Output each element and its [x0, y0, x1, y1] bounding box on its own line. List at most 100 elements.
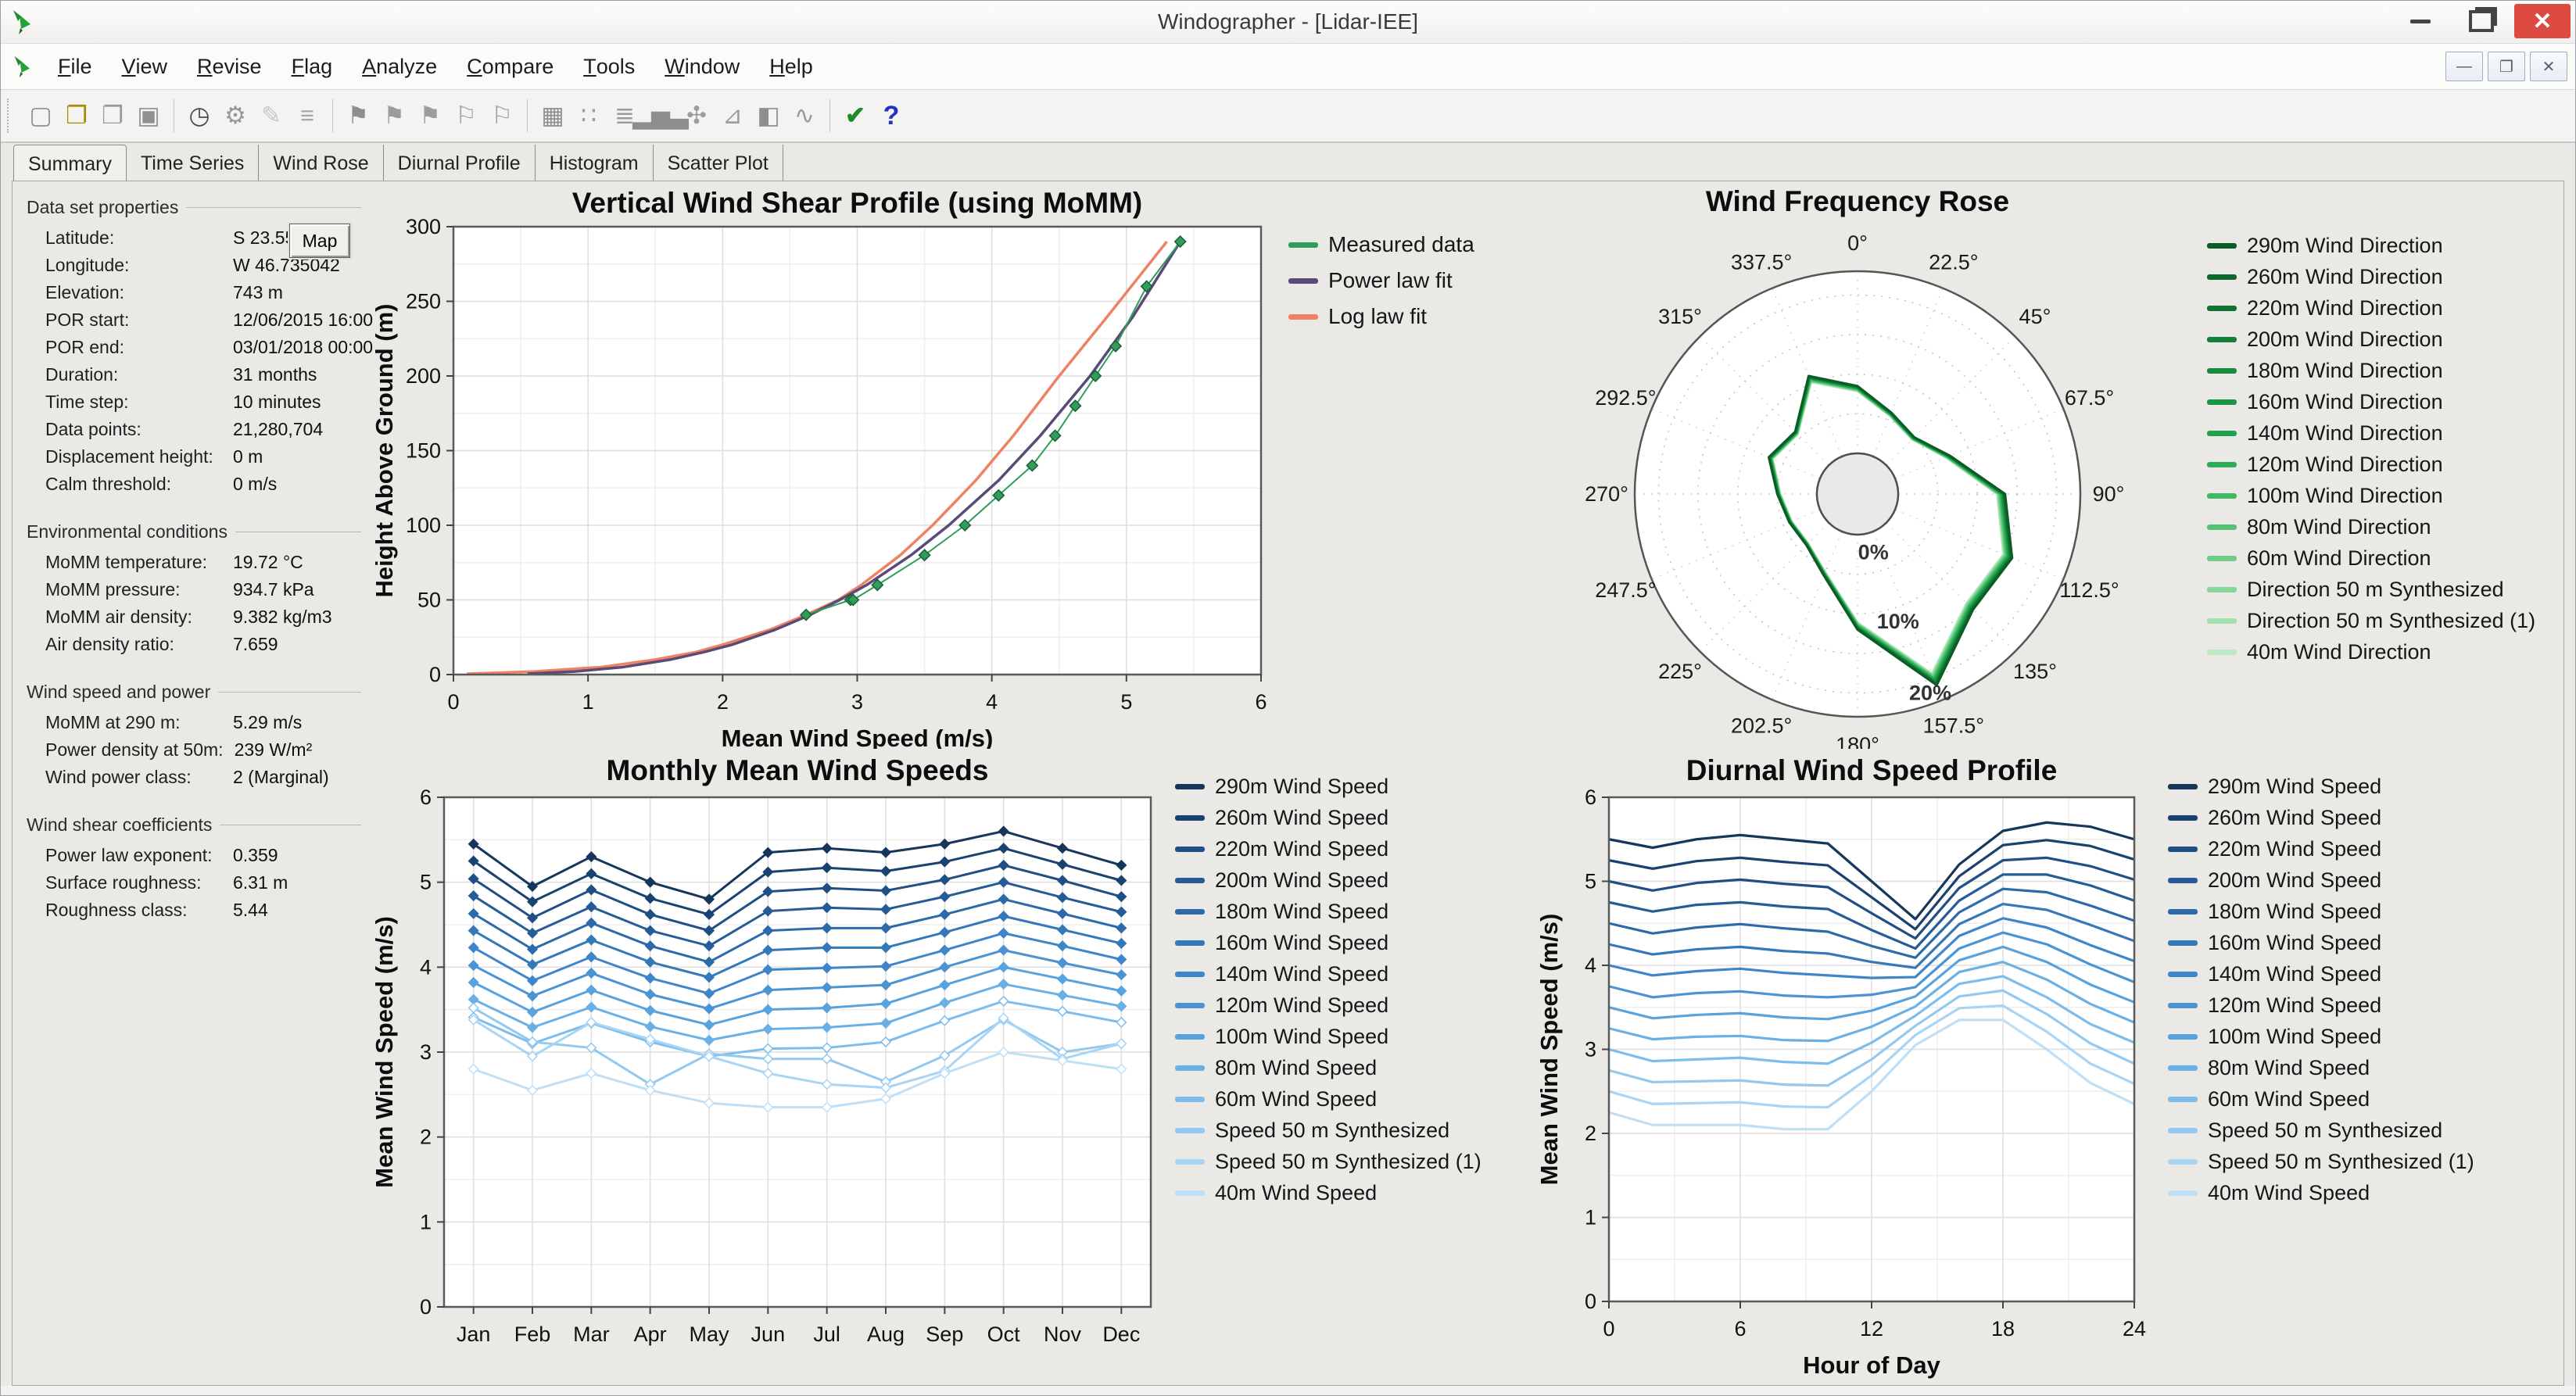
svg-text:0: 0 [1603, 1317, 1614, 1341]
legend-swatch [2168, 940, 2198, 946]
child-restore-button[interactable]: ❐ [2488, 52, 2525, 81]
import-data-button[interactable]: ❐ [95, 98, 131, 134]
legend-swatch [2207, 462, 2237, 467]
menu-item-window[interactable]: Window [650, 44, 754, 89]
legend-item: 200m Wind Speed [2168, 864, 2474, 896]
menu-item-revise[interactable]: Revise [182, 44, 277, 89]
legend-label: 160m Wind Direction [2247, 390, 2443, 414]
property-label: Displacement height: [45, 443, 222, 471]
legend-item: 80m Wind Speed [2168, 1052, 2474, 1083]
svg-text:337.5°: 337.5° [1731, 250, 1792, 274]
edit-pencil-button[interactable]: ✎ [253, 98, 289, 134]
flag-button[interactable]: ⚑ [340, 98, 376, 134]
tab-wind-rose[interactable]: Wind Rose [259, 145, 383, 184]
menu-item-view[interactable]: View [107, 44, 183, 89]
menu-item-flag[interactable]: Flag [277, 44, 348, 89]
menu-item-tools[interactable]: Tools [568, 44, 650, 89]
legend-swatch [2207, 524, 2237, 530]
menu-item-file[interactable]: File [43, 44, 107, 89]
svg-text:Mean Wind Speed (m/s): Mean Wind Speed (m/s) [722, 725, 994, 749]
settings-gear-button[interactable]: ⚙ [217, 98, 253, 134]
child-close-button[interactable]: ✕ [2530, 52, 2567, 81]
legend-swatch [1175, 1065, 1205, 1071]
child-minimize-button[interactable]: — [2445, 52, 2483, 81]
open-file-button[interactable]: ❐ [59, 98, 95, 134]
new-file-button[interactable]: ▢ [23, 98, 59, 134]
tab-summary[interactable]: Summary [13, 145, 127, 184]
diurnal-wind-speed-profile-chart: 061218240123456Diurnal Wind Speed Profil… [1499, 749, 2563, 1386]
close-button[interactable] [2514, 4, 2571, 38]
legend-swatch [1175, 1097, 1205, 1102]
table-view-button[interactable]: ▦ [535, 98, 571, 134]
time-step-button[interactable]: ◷ [181, 98, 217, 134]
report-view-icon: ◧ [757, 102, 779, 130]
legend-item: 160m Wind Speed [2168, 927, 2474, 958]
legend-item: 200m Wind Direction [2207, 324, 2535, 355]
shear-view-icon: ⊿ [722, 102, 743, 130]
document-icon [12, 55, 35, 78]
menu-item-help[interactable]: Help [754, 44, 828, 89]
svg-text:Sep: Sep [926, 1323, 963, 1346]
menu-item-analyze[interactable]: Analyze [347, 44, 452, 89]
save-button[interactable]: ▣ [131, 98, 167, 134]
legend-swatch [2168, 1065, 2198, 1071]
windographer-logo-button[interactable]: ✔ [837, 98, 873, 134]
legend-swatch [2168, 878, 2198, 883]
edit-pencil-icon: ✎ [261, 102, 281, 130]
legend-label: 60m Wind Speed [1215, 1087, 1377, 1111]
legend-swatch [1175, 1159, 1205, 1165]
legend-label: 80m Wind Direction [2247, 515, 2431, 539]
tab-scatter-plot[interactable]: Scatter Plot [654, 145, 783, 184]
flag-remove-icon: ⚐ [455, 102, 477, 130]
legend-swatch [1175, 1034, 1205, 1040]
flag-search-button[interactable]: ⚐ [484, 98, 520, 134]
flag-edit-button[interactable]: ⚑ [412, 98, 448, 134]
legend-label: Speed 50 m Synthesized (1) [1215, 1150, 1481, 1174]
property-label: Surface roughness: [45, 869, 222, 897]
legend-swatch [1288, 242, 1318, 248]
property-value: 0.359 [233, 842, 278, 869]
svg-text:0: 0 [447, 690, 459, 714]
menu-item-compare[interactable]: Compare [452, 44, 568, 89]
svg-text:6: 6 [420, 786, 432, 809]
new-file-icon: ▢ [29, 102, 52, 130]
legend-item: 40m Wind Direction [2207, 636, 2535, 668]
histogram-view-button[interactable]: ▂▅▃ [643, 98, 679, 134]
wind-rose-view-button[interactable]: ✣ [679, 98, 715, 134]
legend-label: 180m Wind Speed [1215, 900, 1388, 924]
legend-swatch [1175, 815, 1205, 821]
svg-text:2: 2 [1585, 1122, 1596, 1145]
shear-view-button[interactable]: ⊿ [715, 98, 751, 134]
svg-text:5: 5 [1585, 870, 1596, 893]
tab-time-series[interactable]: Time Series [127, 145, 259, 184]
property-label: POR end: [45, 334, 222, 361]
map-button[interactable]: Map [289, 224, 350, 258]
data-columns-button[interactable]: ≡ [289, 98, 325, 134]
legend-label: 140m Wind Speed [1215, 962, 1388, 986]
flag-remove-button[interactable]: ⚐ [448, 98, 484, 134]
property-label: Duration: [45, 361, 222, 388]
curve-fit-button[interactable]: ∿ [786, 98, 822, 134]
property-label: Air density ratio: [45, 631, 222, 658]
svg-text:Apr: Apr [634, 1323, 667, 1346]
report-view-button[interactable]: ◧ [751, 98, 786, 134]
tab-diurnal-profile[interactable]: Diurnal Profile [384, 145, 536, 184]
scatter-view-button[interactable]: ∷ [571, 98, 607, 134]
property-row: Elevation:743 m [27, 279, 361, 306]
svg-text:157.5°: 157.5° [1923, 714, 1984, 738]
section-title-text: Wind shear coefficients [27, 814, 212, 836]
svg-text:100: 100 [406, 514, 441, 537]
svg-text:2: 2 [420, 1126, 432, 1149]
minimize-button[interactable] [2392, 4, 2449, 38]
legend-swatch [2207, 306, 2237, 311]
legend-item: 260m Wind Speed [1175, 802, 1481, 833]
help-button[interactable]: ? [873, 98, 909, 134]
table-view-icon: ▦ [541, 102, 564, 130]
svg-text:20%: 20% [1909, 682, 1951, 705]
legend-item: 120m Wind Speed [1175, 990, 1481, 1021]
flag-add-button[interactable]: ⚑ [376, 98, 412, 134]
restore-button[interactable] [2453, 4, 2510, 38]
tab-histogram[interactable]: Histogram [536, 145, 654, 184]
windographer-logo-icon: ✔ [845, 102, 865, 130]
legend-item: Speed 50 m Synthesized [1175, 1115, 1481, 1146]
